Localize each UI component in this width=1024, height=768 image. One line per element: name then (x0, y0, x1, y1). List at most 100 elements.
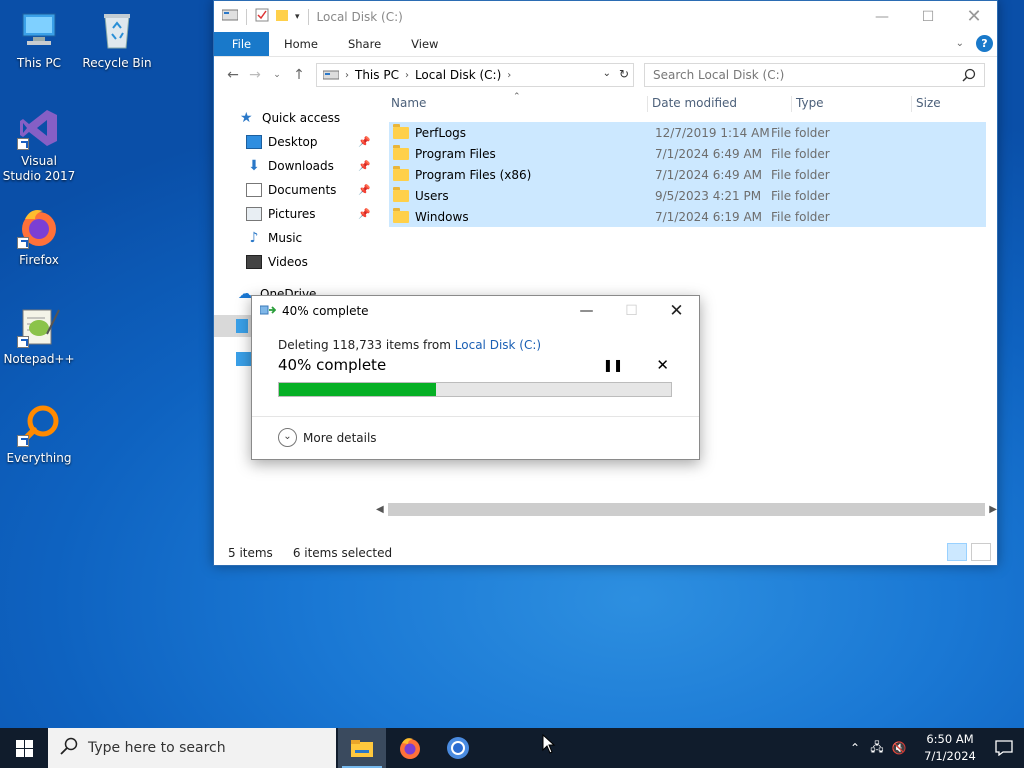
pictures-icon (246, 207, 262, 221)
nav-quick-access[interactable]: ★ Quick access (214, 107, 384, 129)
back-arrow-icon[interactable]: ← (222, 67, 244, 83)
file-type: File folder (771, 125, 830, 140)
breadcrumb-separator-icon: › (507, 69, 512, 81)
column-header-type[interactable]: Type (791, 96, 911, 112)
dialog-title-bar[interactable]: 40% complete — ☐ ✕ (252, 296, 699, 326)
expand-ribbon-icon[interactable]: ⌄ (956, 38, 964, 49)
videos-icon (246, 255, 262, 269)
help-icon[interactable]: ? (976, 35, 993, 52)
large-icons-view-icon[interactable] (971, 543, 991, 561)
desktop-icon-this-pc[interactable]: This PC (1, 8, 77, 71)
desktop-icon-recycle-bin[interactable]: Recycle Bin (79, 8, 155, 71)
dialog-close-button[interactable]: ✕ (654, 296, 699, 326)
taskbar-search-input[interactable]: Type here to search (48, 728, 336, 768)
properties-icon[interactable] (255, 8, 269, 25)
delete-progress-dialog[interactable]: 40% complete — ☐ ✕ Deleting 118,733 item… (251, 295, 700, 460)
column-label: Date modified (652, 96, 738, 110)
status-bar: 5 items 6 items selected (214, 540, 997, 565)
file-explorer-icon (351, 740, 373, 757)
close-button[interactable]: ✕ (951, 1, 997, 32)
network-icon[interactable]: 🖧 (866, 738, 888, 759)
tab-share[interactable]: Share (333, 32, 396, 56)
file-explorer-window[interactable]: ▾ Local Disk (C:) — ☐ ✕ File Home Share … (213, 0, 998, 566)
file-date: 9/5/2023 4:21 PM (655, 188, 762, 203)
table-row[interactable]: PerfLogs 12/7/2019 1:14 AM File folder (389, 122, 986, 143)
more-details-toggle[interactable]: ⌄ More details (278, 428, 377, 447)
folder-icon (393, 186, 409, 202)
new-folder-icon[interactable] (275, 8, 289, 25)
address-dropdown-icon[interactable]: ⌄ (603, 68, 611, 79)
operation-text: Deleting 118,733 items from (278, 338, 455, 352)
desktop-icon-visual-studio[interactable]: Visual Studio 2017 (1, 106, 77, 184)
column-headers: Name ⌃ Date modified Type Size (387, 92, 997, 115)
breadcrumb-local-disk[interactable]: Local Disk (C:) (415, 68, 501, 82)
source-location-link[interactable]: Local Disk (C:) (455, 338, 541, 352)
action-center-icon[interactable] (984, 740, 1024, 756)
cancel-icon[interactable]: ✕ (656, 356, 669, 374)
taskbar-firefox[interactable] (386, 728, 434, 768)
recent-locations-chevron-icon[interactable]: ⌄ (266, 70, 288, 80)
search-input[interactable]: Search Local Disk (C:) (644, 63, 985, 87)
more-details-label: More details (303, 430, 377, 445)
minimize-button[interactable]: — (859, 1, 905, 32)
breadcrumb-this-pc[interactable]: This PC (355, 68, 399, 82)
file-type: File folder (771, 188, 830, 203)
documents-icon (246, 183, 262, 197)
desktop-icon-everything[interactable]: Everything (1, 403, 77, 466)
nav-videos[interactable]: Videos (214, 251, 384, 273)
tab-view[interactable]: View (396, 32, 453, 56)
refresh-icon[interactable]: ↻ (619, 67, 629, 81)
table-row[interactable]: Program Files (x86) 7/1/2024 6:49 AM Fil… (389, 164, 986, 185)
mouse-cursor-icon (542, 733, 556, 757)
nav-label: Downloads (268, 159, 334, 173)
column-header-name[interactable]: Name ⌃ (387, 92, 647, 112)
desktop-folder-icon (246, 135, 262, 149)
nav-music[interactable]: ♪ Music (214, 227, 384, 249)
speaker-muted-icon[interactable]: 🔇 (888, 741, 910, 755)
customize-toolbar-icon[interactable]: ▾ (295, 12, 300, 22)
column-header-date[interactable]: Date modified (647, 96, 791, 112)
column-header-size[interactable]: Size (911, 96, 991, 112)
pin-icon: 📌 (358, 208, 371, 220)
file-name: Users (415, 188, 449, 203)
start-button[interactable] (0, 728, 48, 768)
nav-documents[interactable]: Documents 📌 (214, 179, 384, 201)
shortcut-arrow-icon (17, 138, 29, 150)
horizontal-scrollbar[interactable]: ◀ ▶ (376, 501, 997, 518)
scroll-right-icon[interactable]: ▶ (989, 504, 997, 515)
breadcrumb-separator-icon: › (404, 69, 409, 81)
desktop-icon-label: This PC (17, 56, 61, 70)
operation-description: Deleting 118,733 items from Local Disk (… (278, 338, 673, 352)
pause-icon[interactable]: ❚❚ (603, 358, 623, 372)
scroll-left-icon[interactable]: ◀ (376, 504, 384, 515)
up-arrow-icon[interactable]: ↑ (288, 67, 310, 83)
clock[interactable]: 6:50 AM 7/1/2024 (916, 731, 984, 765)
dialog-minimize-button[interactable]: — (564, 296, 609, 326)
nav-desktop[interactable]: Desktop 📌 (214, 131, 384, 153)
table-row[interactable]: Users 9/5/2023 4:21 PM File folder (389, 185, 986, 206)
details-view-icon[interactable] (947, 543, 967, 561)
taskbar-chrome[interactable] (434, 728, 482, 768)
address-bar[interactable]: › This PC › Local Disk (C:) › ⌄ ↻ (316, 63, 634, 87)
forward-arrow-icon[interactable]: → (244, 67, 266, 83)
taskbar-file-explorer[interactable] (338, 728, 386, 768)
shortcut-arrow-icon (17, 237, 29, 249)
scrollbar-thumb[interactable] (387, 503, 986, 516)
nav-pictures[interactable]: Pictures 📌 (214, 203, 384, 225)
table-row[interactable]: Program Files 7/1/2024 6:49 AM File fold… (389, 143, 986, 164)
nav-this-pc-selected[interactable] (214, 315, 254, 337)
table-row[interactable]: Windows 7/1/2024 6:19 AM File folder (389, 206, 986, 227)
desktop-icon-notepad-plus-plus[interactable]: Notepad++ (1, 304, 77, 367)
shortcut-arrow-icon (17, 435, 29, 447)
tab-file[interactable]: File (214, 32, 269, 56)
column-label: Type (796, 96, 824, 110)
clock-time: 6:50 AM (926, 732, 974, 746)
chrome-icon (447, 737, 469, 759)
chevron-up-icon[interactable]: ⌃ (844, 741, 866, 755)
nav-downloads[interactable]: ⬇ Downloads 📌 (214, 155, 384, 177)
desktop-icon-firefox[interactable]: Firefox (1, 205, 77, 268)
tab-home[interactable]: Home (269, 32, 333, 56)
windows-logo-icon (15, 739, 33, 757)
maximize-button[interactable]: ☐ (905, 1, 951, 32)
title-bar[interactable]: ▾ Local Disk (C:) — ☐ ✕ (214, 1, 997, 32)
